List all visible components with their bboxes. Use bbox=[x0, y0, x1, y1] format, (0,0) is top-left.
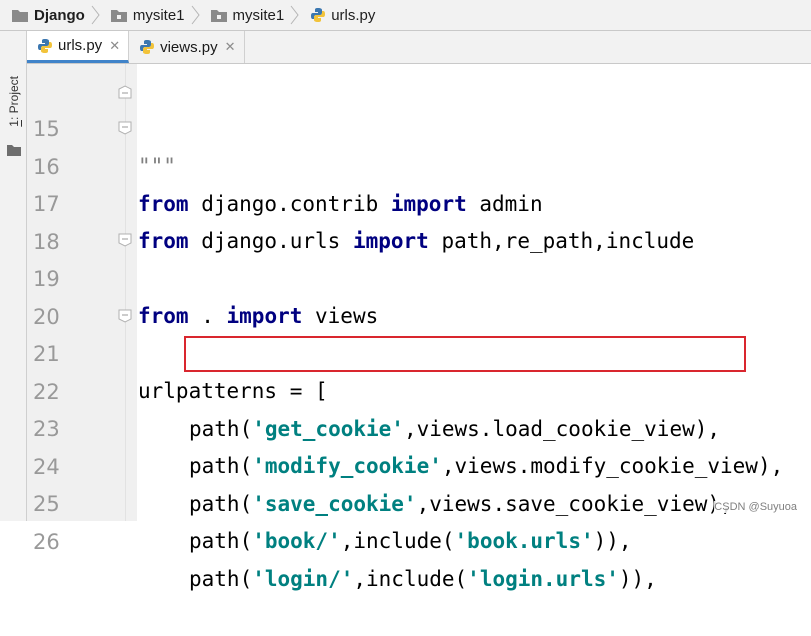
tab-views-py[interactable]: views.py ✕ bbox=[129, 31, 245, 63]
breadcrumb-label: Django bbox=[34, 6, 85, 24]
fold-marker-icon[interactable] bbox=[118, 309, 132, 323]
tab-label: urls.py bbox=[58, 37, 103, 54]
breadcrumb-item-mysite1-inner[interactable]: mysite1 bbox=[201, 5, 301, 25]
editor-tab-bar: urls.py ✕ views.py ✕ bbox=[27, 31, 811, 64]
chevron-right-icon bbox=[191, 5, 200, 25]
close-icon[interactable]: ✕ bbox=[225, 39, 236, 55]
code-line[interactable]: 15 """ bbox=[27, 73, 811, 179]
navigation-bar: Django mysite1 mysite1 urls.py bbox=[0, 0, 811, 31]
project-tool-label: 1: Project bbox=[7, 76, 21, 127]
code-line[interactable]: 20 bbox=[27, 261, 811, 329]
python-file-icon bbox=[38, 38, 52, 53]
code-line[interactable]: 21 urlpatterns = [ bbox=[27, 298, 811, 404]
close-icon[interactable]: ✕ bbox=[109, 38, 120, 54]
code-line[interactable]: 24 path('save_cookie',views.save_cookie_… bbox=[27, 411, 811, 517]
code-line[interactable]: 16 from django.contrib import admin bbox=[27, 111, 811, 217]
folder-icon bbox=[7, 145, 21, 156]
fold-marker-icon[interactable] bbox=[118, 121, 132, 135]
code-line[interactable]: 23 path('modify_cookie',views.modify_coo… bbox=[27, 373, 811, 479]
tab-label: views.py bbox=[160, 38, 218, 56]
python-file-icon bbox=[311, 8, 326, 22]
folder-icon bbox=[210, 9, 227, 22]
folder-icon bbox=[12, 9, 28, 22]
breadcrumb-label: urls.py bbox=[331, 6, 376, 24]
code-line[interactable]: 26 path('login/',include('login.urls')), bbox=[27, 486, 811, 592]
fold-marker-icon[interactable] bbox=[118, 85, 132, 99]
code-line[interactable]: 17 from django.urls import path,re_path,… bbox=[27, 148, 811, 254]
code-line[interactable]: 19 from . import views bbox=[27, 223, 811, 329]
code-line[interactable]: 25 path('book/',include('book.urls')), bbox=[27, 448, 811, 554]
watermark: CSDN @Suyuoa bbox=[714, 501, 797, 513]
breadcrumb-item-urls-py[interactable]: urls.py bbox=[300, 7, 375, 24]
chevron-right-icon bbox=[91, 5, 100, 25]
breadcrumb-item-django[interactable]: Django bbox=[0, 5, 101, 25]
code-text: path('book/',include('book.urls')), bbox=[189, 529, 632, 553]
code-line[interactable]: 18 bbox=[27, 186, 811, 254]
tab-urls-py[interactable]: urls.py ✕ bbox=[27, 31, 130, 63]
code-text: path('login/',include('login.urls')), bbox=[189, 567, 657, 591]
tool-window-stripe: 1: Project bbox=[0, 31, 27, 521]
breadcrumb-label: mysite1 bbox=[232, 6, 285, 24]
breadcrumb-label: mysite1 bbox=[132, 6, 185, 24]
chevron-right-icon bbox=[290, 5, 299, 25]
python-file-icon bbox=[140, 40, 155, 54]
highlight-box bbox=[184, 336, 746, 372]
folder-icon bbox=[110, 9, 127, 22]
fold-marker-icon[interactable] bbox=[118, 233, 132, 247]
line-number: 26 bbox=[33, 529, 60, 554]
breadcrumb-item-mysite1[interactable]: mysite1 bbox=[101, 5, 201, 25]
